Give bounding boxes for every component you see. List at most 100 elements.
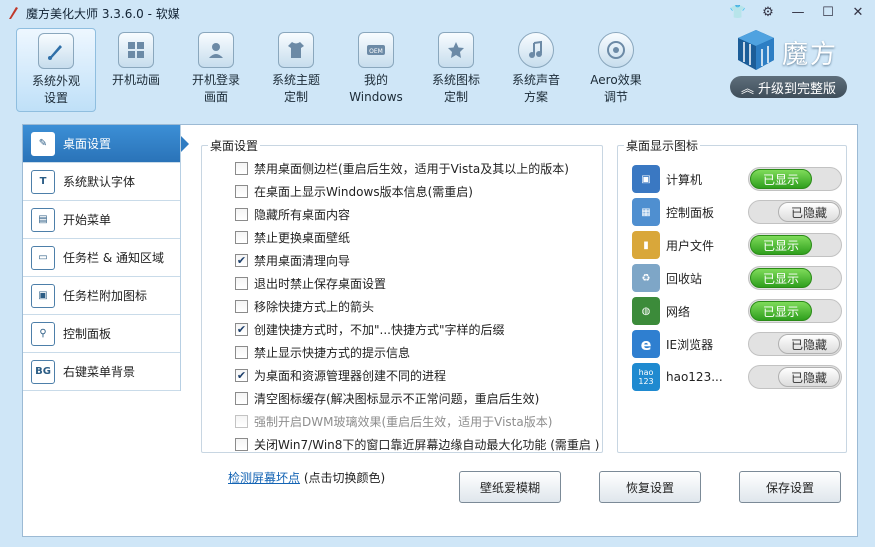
- nav-login-screen[interactable]: 开机登录 画面: [176, 28, 256, 112]
- option-row[interactable]: 在桌面上显示Windows版本信息(需重启): [235, 181, 473, 201]
- dead-pixel-check: 检测屏幕坏点 (点击切换颜色): [228, 469, 385, 486]
- sidebar-item-label: 控制面板: [63, 327, 112, 341]
- toggle-state: 已显示: [750, 235, 812, 255]
- taskbar-icon: ▭: [31, 245, 55, 270]
- control-panel-icon: ▦: [632, 198, 660, 226]
- checkbox[interactable]: [235, 437, 248, 451]
- sidebar-item-control-panel[interactable]: ⚲ 控制面板: [23, 315, 180, 353]
- checkbox[interactable]: [235, 276, 248, 290]
- checkbox[interactable]: ✔: [235, 253, 248, 267]
- maximize-icon[interactable]: ☐: [819, 4, 837, 20]
- dead-pixel-link[interactable]: 检测屏幕坏点: [228, 471, 300, 485]
- star-icon: [438, 32, 474, 68]
- checkbox[interactable]: [235, 391, 248, 405]
- option-row[interactable]: ✔ 为桌面和资源管理器创建不同的进程: [235, 365, 446, 385]
- option-row[interactable]: ✔ 禁用桌面清理向导: [235, 250, 350, 270]
- nav-system-appearance[interactable]: 系统外观 设置: [16, 28, 96, 112]
- visibility-toggle[interactable]: 已隐藏: [748, 332, 842, 356]
- recycle-bin-icon: ♻: [632, 264, 660, 292]
- nav-label: 系统图标 定制: [431, 73, 480, 104]
- desktop-icon-label: 控制面板: [666, 205, 715, 220]
- computer-icon: ▣: [632, 165, 660, 193]
- option-label: 移除快捷方式上的箭头: [254, 299, 375, 314]
- shirt-icon: [278, 32, 314, 68]
- close-icon[interactable]: ✕: [849, 4, 867, 20]
- double-chevron-up-icon: ︽: [740, 81, 754, 97]
- user-login-icon: [198, 32, 234, 68]
- checkbox[interactable]: [235, 207, 248, 221]
- desktop-icon-label: 回收站: [666, 271, 703, 286]
- save-settings-button[interactable]: 保存设置: [739, 471, 841, 503]
- window-controls: 👕 ⚙ — ☐ ✕: [729, 4, 867, 20]
- visibility-toggle[interactable]: 已显示: [748, 233, 842, 257]
- nav-aero-effects[interactable]: Aero效果 调节: [576, 28, 656, 112]
- restore-settings-button[interactable]: 恢复设置: [599, 471, 701, 503]
- sidebar-item-label: 任务栏 & 通知区域: [63, 251, 164, 265]
- settings-icon[interactable]: ⚙: [759, 4, 777, 20]
- checkbox[interactable]: [235, 184, 248, 198]
- option-label: 清空图标缓存(解决图标显示不正常问题，重启后生效): [254, 391, 540, 406]
- option-label: 创建快捷方式时，不加"...快捷方式"字样的后缀: [254, 322, 505, 337]
- option-row[interactable]: 隐藏所有桌面内容: [235, 204, 350, 224]
- hao123-icon: hao 123: [632, 363, 660, 391]
- visibility-toggle[interactable]: 已隐藏: [748, 200, 842, 224]
- option-label: 禁用桌面清理向导: [254, 253, 351, 268]
- user-folder-icon: ▮: [632, 231, 660, 259]
- sidebar-item-label: 桌面设置: [63, 137, 112, 151]
- sidebar: ✎ 桌面设置 T 系统默认字体 ▤ 开始菜单 ▭ 任务栏 & 通知区域 ▣ 任务…: [23, 125, 189, 391]
- upgrade-button[interactable]: ︽ 升级到完整版: [730, 76, 847, 98]
- sidebar-item-desktop-settings[interactable]: ✎ 桌面设置: [23, 125, 189, 163]
- checkbox[interactable]: [235, 161, 248, 175]
- nav-system-sounds[interactable]: 系统声音 方案: [496, 28, 576, 112]
- control-panel-icon: ⚲: [31, 321, 55, 346]
- checkbox[interactable]: [235, 345, 248, 359]
- checkbox: [235, 414, 248, 428]
- option-row[interactable]: 禁止更换桌面壁纸: [235, 227, 350, 247]
- sidebar-item-taskbar[interactable]: ▭ 任务栏 & 通知区域: [23, 239, 180, 277]
- sidebar-item-context-menu-bg[interactable]: BG 右键菜单背景: [23, 353, 180, 391]
- checkbox[interactable]: ✔: [235, 368, 248, 382]
- visibility-toggle[interactable]: 已显示: [748, 167, 842, 191]
- option-row[interactable]: 关闭Win7/Win8下的窗口靠近屏幕边缘自动最大化功能 (需重启 ): [235, 434, 599, 454]
- checkbox[interactable]: [235, 299, 248, 313]
- nav-label: 开机登录 画面: [191, 73, 240, 104]
- checkbox[interactable]: ✔: [235, 322, 248, 336]
- upgrade-label: 升级到完整版: [758, 81, 837, 97]
- sidebar-item-label: 任务栏附加图标: [63, 289, 148, 303]
- visibility-toggle[interactable]: 已隐藏: [748, 365, 842, 389]
- toggle-state: 已隐藏: [778, 367, 840, 387]
- option-row[interactable]: 移除快捷方式上的箭头: [235, 296, 374, 316]
- brand-name: 魔方: [782, 40, 839, 70]
- desktop-icon-row: hao 123 hao123... 已隐藏: [632, 362, 842, 392]
- oem-icon: OEM: [358, 32, 394, 68]
- sidebar-item-taskbar-extra[interactable]: ▣ 任务栏附加图标: [23, 277, 180, 315]
- option-row[interactable]: 清空图标缓存(解决图标显示不正常问题，重启后生效): [235, 388, 539, 408]
- taskbar-extra-icon: ▣: [31, 283, 55, 308]
- option-row[interactable]: 禁用桌面侧边栏(重启后生效，适用于Vista及其以上的版本): [235, 158, 569, 178]
- dead-pixel-hint: (点击切换颜色): [300, 471, 386, 485]
- network-globe-icon: ◍: [632, 297, 660, 325]
- visibility-toggle[interactable]: 已显示: [748, 299, 842, 323]
- sidebar-item-start-menu[interactable]: ▤ 开始菜单: [23, 201, 180, 239]
- sidebar-item-label: 系统默认字体: [63, 175, 136, 189]
- checkbox[interactable]: [235, 230, 248, 244]
- nav-my-windows[interactable]: OEM 我的 Windows: [336, 28, 416, 112]
- nav-label: 系统声音 方案: [511, 73, 560, 104]
- wallpaper-blur-button[interactable]: 壁纸爱模糊: [459, 471, 561, 503]
- skin-icon[interactable]: 👕: [729, 4, 747, 20]
- desktop-icon-row: e IE浏览器 已隐藏: [632, 329, 842, 359]
- minimize-icon[interactable]: —: [789, 4, 807, 20]
- context-menu-bg-icon: BG: [31, 359, 55, 384]
- nav-label: 开机动画: [111, 73, 160, 87]
- option-row[interactable]: 退出时禁止保存桌面设置: [235, 273, 386, 293]
- option-row[interactable]: 禁止显示快捷方式的提示信息: [235, 342, 410, 362]
- option-label: 强制开启DWM玻璃效果(重启后生效，适用于Vista版本): [254, 414, 553, 429]
- toggle-state: 已显示: [750, 169, 812, 189]
- option-row[interactable]: ✔ 创建快捷方式时，不加"...快捷方式"字样的后缀: [235, 319, 504, 339]
- nav-boot-animation[interactable]: 开机动画: [96, 28, 176, 112]
- visibility-toggle[interactable]: 已显示: [748, 266, 842, 290]
- desktop-icon-row: ▣ 计算机 已显示: [632, 164, 842, 194]
- nav-theme[interactable]: 系统主题 定制: [256, 28, 336, 112]
- sidebar-item-default-font[interactable]: T 系统默认字体: [23, 163, 180, 201]
- nav-system-icons[interactable]: 系统图标 定制: [416, 28, 496, 112]
